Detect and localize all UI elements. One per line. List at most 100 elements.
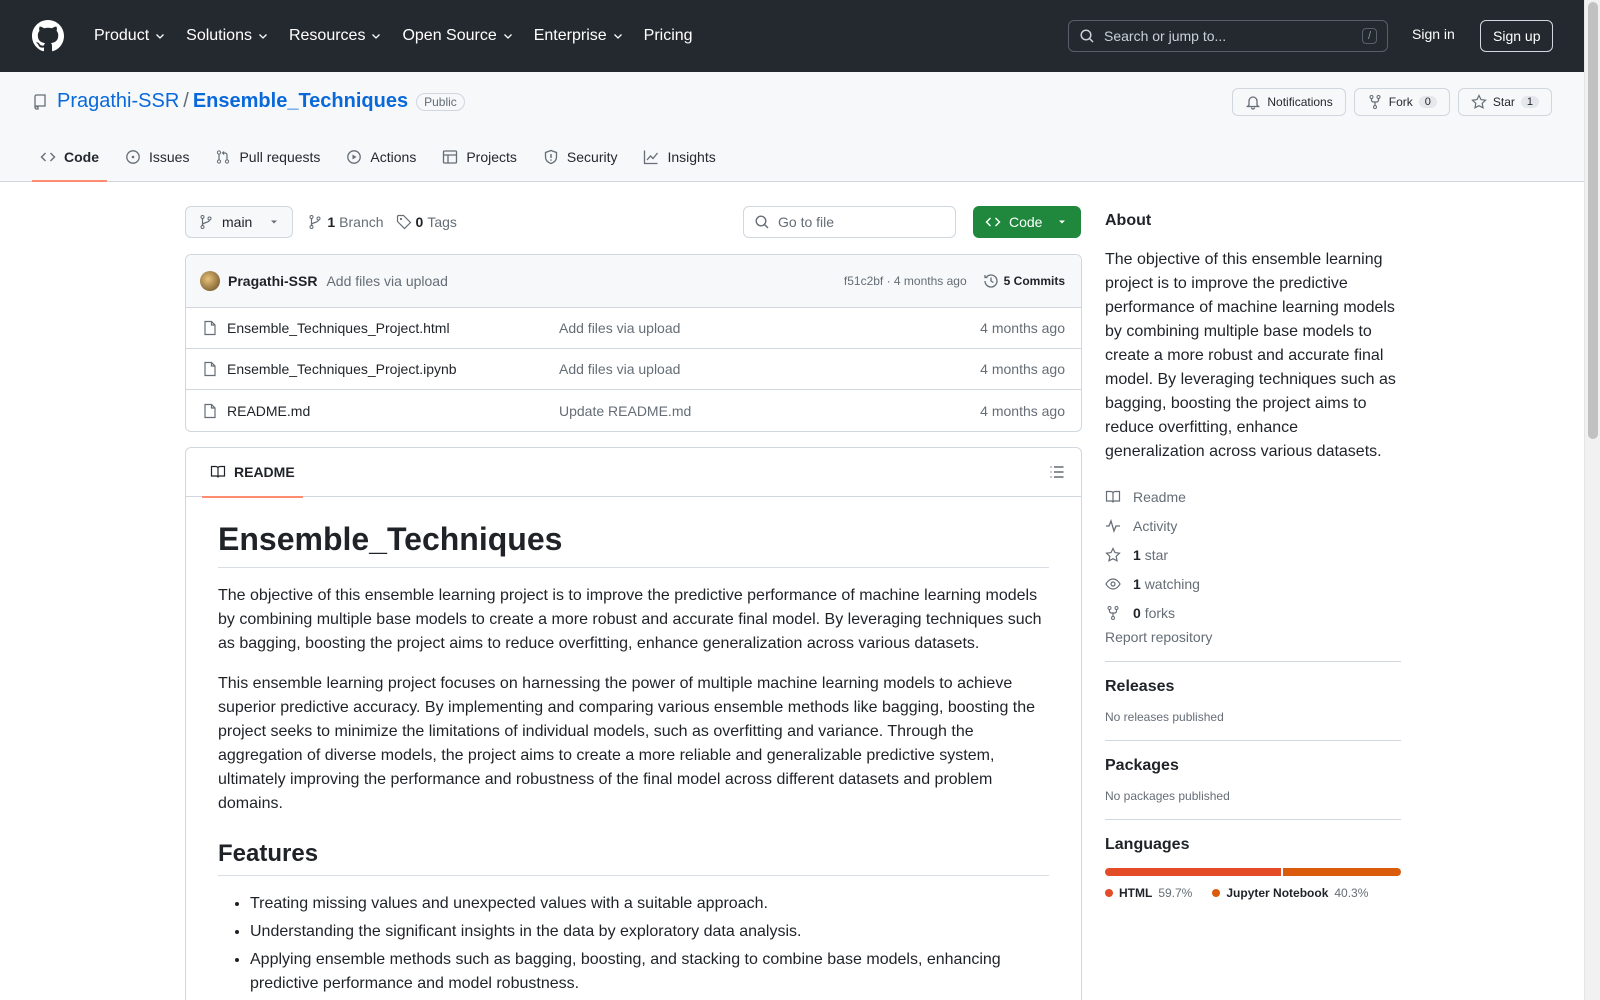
readme-header: README bbox=[186, 448, 1081, 498]
commit-author-link[interactable]: Pragathi-SSR bbox=[228, 273, 317, 289]
list-item: Treating missing values and unexpected v… bbox=[250, 892, 1049, 916]
code-icon bbox=[985, 217, 1001, 227]
readme-panel: README Ensemble_Techniques The objective… bbox=[185, 447, 1082, 1000]
scrollbar-thumb[interactable] bbox=[1588, 2, 1598, 439]
file-commit-message[interactable]: Add files via upload bbox=[559, 320, 680, 336]
file-name-link[interactable]: Ensemble_Techniques_Project.html bbox=[227, 320, 559, 336]
report-repository-link[interactable]: Report repository bbox=[1105, 629, 1401, 645]
star-icon bbox=[1105, 546, 1121, 562]
tab-pull-requests[interactable]: Pull requests bbox=[207, 133, 328, 181]
book-icon bbox=[210, 465, 226, 478]
nav-enterprise[interactable]: Enterprise bbox=[526, 19, 632, 53]
tags-link[interactable]: 0 Tags bbox=[396, 214, 457, 230]
readme-tab[interactable]: README bbox=[202, 448, 303, 498]
releases-heading[interactable]: Releases bbox=[1105, 678, 1401, 696]
branch-count: 1 bbox=[327, 214, 336, 230]
language-item-html[interactable]: HTML 59.7% bbox=[1105, 886, 1192, 900]
star-button[interactable]: Star 1 bbox=[1457, 88, 1552, 116]
notifications-label: Notifications bbox=[1267, 95, 1333, 109]
tab-code[interactable]: Code bbox=[32, 133, 107, 182]
language-color-dot bbox=[1105, 889, 1113, 897]
caret-down-icon bbox=[271, 220, 278, 224]
outline-list-icon[interactable] bbox=[1049, 464, 1065, 480]
tab-issues[interactable]: Issues bbox=[117, 133, 197, 181]
nav-pricing[interactable]: Pricing bbox=[636, 19, 701, 53]
code-dropdown-button[interactable]: Code bbox=[973, 206, 1081, 238]
stars-link[interactable]: 1 star bbox=[1105, 540, 1401, 569]
chevron-down-icon bbox=[156, 34, 165, 39]
packages-heading[interactable]: Packages bbox=[1105, 757, 1401, 775]
author-avatar[interactable] bbox=[200, 271, 220, 291]
fork-button[interactable]: Fork 0 bbox=[1353, 88, 1450, 116]
table-row[interactable]: Ensemble_Techniques_Project.ipynb Add fi… bbox=[186, 349, 1081, 390]
go-to-file-input[interactable]: Go to file bbox=[743, 206, 956, 238]
table-row[interactable]: Ensemble_Techniques_Project.html Add fil… bbox=[186, 308, 1081, 349]
branch-count-label: Branch bbox=[339, 214, 384, 230]
readme-link[interactable]: Readme bbox=[1105, 482, 1401, 511]
features-list: Treating missing values and unexpected v… bbox=[218, 892, 1049, 996]
sign-up-button[interactable]: Sign up bbox=[1480, 20, 1554, 52]
commits-history-link[interactable]: 5 Commits bbox=[983, 273, 1065, 289]
branches-link[interactable]: 1 Branch bbox=[307, 214, 384, 230]
tag-count: 0 bbox=[415, 214, 424, 230]
branch-icon bbox=[309, 215, 321, 229]
tab-projects-label: Projects bbox=[466, 149, 517, 165]
language-name: HTML bbox=[1119, 886, 1153, 900]
forks-link[interactable]: 0 forks bbox=[1105, 598, 1401, 627]
tab-security[interactable]: Security bbox=[535, 133, 626, 181]
file-commit-message[interactable]: Add files via upload bbox=[559, 361, 680, 377]
eye-icon bbox=[1105, 577, 1121, 590]
file-commit-time: 4 months ago bbox=[980, 361, 1065, 377]
commit-message-link[interactable]: Add files via upload bbox=[326, 273, 447, 289]
nav-resources[interactable]: Resources bbox=[281, 19, 390, 53]
notifications-button[interactable]: Notifications bbox=[1232, 88, 1346, 116]
github-logo-icon[interactable] bbox=[32, 20, 64, 52]
nav-product[interactable]: Product bbox=[86, 19, 174, 53]
shield-icon bbox=[544, 149, 558, 165]
chevron-down-icon bbox=[372, 34, 381, 39]
fork-icon bbox=[1369, 95, 1381, 109]
nav-open-source[interactable]: Open Source bbox=[394, 19, 521, 53]
branch-select-button[interactable]: main bbox=[185, 206, 294, 238]
search-shortcut-key: / bbox=[1361, 28, 1377, 44]
page-scrollbar[interactable] bbox=[1584, 0, 1600, 1000]
nav-open-source-label: Open Source bbox=[402, 27, 497, 44]
pull-request-icon bbox=[217, 150, 230, 164]
search-placeholder: Search or jump to... bbox=[1104, 28, 1227, 44]
readme-title: Ensemble_Techniques bbox=[218, 521, 1049, 568]
commit-hash-time[interactable]: f51c2bf · 4 months ago bbox=[844, 274, 967, 288]
stars-count: 1 bbox=[1133, 546, 1141, 563]
branch-icon bbox=[200, 215, 212, 229]
global-search-input[interactable]: Search or jump to... / bbox=[1068, 20, 1388, 52]
visibility-badge: Public bbox=[416, 92, 465, 111]
tab-actions-label: Actions bbox=[370, 149, 417, 165]
file-name-link[interactable]: Ensemble_Techniques_Project.ipynb bbox=[227, 361, 559, 377]
nav-solutions[interactable]: Solutions bbox=[178, 19, 277, 53]
repo-owner-link[interactable]: Pragathi-SSR bbox=[57, 90, 179, 113]
tab-projects[interactable]: Projects bbox=[434, 133, 525, 181]
watching-label: watching bbox=[1144, 575, 1200, 592]
activity-link[interactable]: Activity bbox=[1105, 511, 1401, 540]
file-name-link[interactable]: README.md bbox=[227, 403, 559, 419]
repo-name-link[interactable]: Ensemble_Techniques bbox=[193, 90, 408, 113]
bell-icon bbox=[1246, 96, 1261, 110]
tab-issues-label: Issues bbox=[149, 149, 190, 165]
nav-product-label: Product bbox=[94, 27, 150, 44]
sign-in-link[interactable]: Sign in bbox=[1412, 26, 1455, 42]
tab-actions[interactable]: Actions bbox=[338, 133, 424, 181]
file-commit-time: 4 months ago bbox=[980, 320, 1065, 336]
tab-security-label: Security bbox=[566, 149, 618, 165]
star-label: Star bbox=[1492, 95, 1515, 109]
repo-actions: Notifications Fork 0 Star 1 bbox=[1232, 88, 1552, 116]
activity-link-label: Activity bbox=[1133, 517, 1178, 534]
chevron-down-icon bbox=[613, 34, 622, 39]
about-description: The objective of this ensemble learning … bbox=[1105, 251, 1396, 460]
star-count: 1 bbox=[1520, 96, 1539, 108]
language-item-jupyter-notebook[interactable]: Jupyter Notebook 40.3% bbox=[1212, 886, 1368, 900]
table-row[interactable]: README.md Update README.md 4 months ago bbox=[186, 390, 1081, 431]
language-bar bbox=[1105, 868, 1401, 876]
file-commit-message[interactable]: Update README.md bbox=[559, 403, 691, 419]
watchers-link[interactable]: 1 watching bbox=[1105, 569, 1401, 598]
play-icon bbox=[347, 150, 362, 164]
tab-insights[interactable]: Insights bbox=[635, 133, 723, 181]
